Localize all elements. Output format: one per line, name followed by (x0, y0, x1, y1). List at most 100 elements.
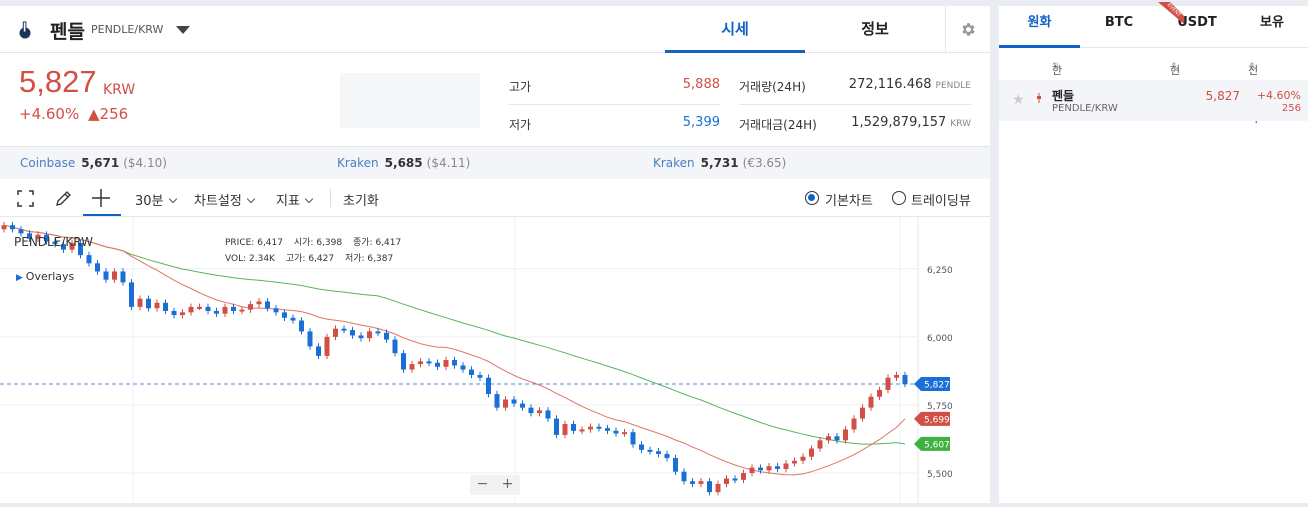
indicators-menu[interactable]: 지표 (276, 190, 314, 209)
overlays-toggle[interactable]: ▶ Overlays (16, 270, 74, 283)
market-row[interactable]: ★ 펜들 PENDLE/KRW 5,827 +4.60% 256 (999, 80, 1308, 121)
row-coin-pair: PENDLE/KRW (1052, 103, 1118, 114)
candle-body (562, 424, 568, 435)
row-change-abs: 256 (1281, 103, 1301, 114)
candle-body (1, 225, 7, 230)
row-price: 5,827 (1205, 89, 1240, 103)
tab-krw[interactable]: 원화 (999, 6, 1080, 48)
chart-symbol: PENDLE/KRW (14, 235, 93, 249)
crosshair-icon[interactable] (92, 189, 110, 207)
chevron-down-icon (304, 194, 314, 204)
basic-chart-label[interactable]: 기본차트 (825, 190, 873, 209)
candle-body (392, 339, 398, 354)
candle-body (18, 229, 24, 234)
candle-body (282, 312, 287, 318)
candle-body (273, 308, 279, 313)
chevron-down-icon (168, 194, 177, 204)
candle-body (494, 394, 500, 408)
candle-body (299, 320, 304, 332)
coin-dropdown-icon[interactable] (176, 26, 190, 34)
candle-body (112, 271, 117, 280)
candle-body (341, 328, 347, 331)
change-amount: ▲256 (88, 105, 129, 123)
basic-chart-radio[interactable] (805, 191, 819, 205)
candle-body (460, 365, 466, 370)
event-badge: EVENT (1158, 2, 1184, 24)
candle-body (154, 302, 160, 309)
candle-body (681, 471, 687, 482)
candle-body (528, 407, 534, 414)
zoom-out-button[interactable]: − (470, 475, 495, 495)
y-tick-label: 5,750 (927, 402, 953, 412)
candle-body (571, 424, 576, 431)
tradingview-radio[interactable] (892, 191, 906, 205)
fullscreen-icon[interactable] (17, 190, 34, 207)
candle-body (698, 481, 704, 484)
candle-body (792, 460, 797, 464)
exchange-coinbase[interactable]: Coinbase 5,671 ($4.10) (20, 156, 167, 170)
settings-button[interactable] (945, 6, 990, 53)
candle-body (554, 418, 559, 435)
candle-body (749, 467, 755, 474)
candle-body (656, 451, 661, 454)
coin-header: 펜들 PENDLE/KRW 시세 정보 (0, 6, 990, 53)
candle-body (826, 436, 831, 441)
candle-body (775, 466, 780, 469)
candle-body (350, 330, 355, 336)
candle-body (647, 449, 653, 452)
candle-body (605, 428, 610, 431)
candle-body (732, 478, 738, 481)
y-tick-label: 6,250 (927, 266, 953, 276)
price-unit: KRW (103, 82, 136, 98)
candle-body (800, 456, 806, 461)
tab-btc[interactable]: BTC (1080, 6, 1158, 48)
candle-body (137, 298, 143, 307)
low-value: 5,399 (682, 115, 720, 130)
candle-body (197, 306, 202, 309)
sort-icon: ⇕ (1170, 62, 1178, 72)
interval-select[interactable]: 30분 (135, 190, 177, 209)
candle-body (171, 310, 177, 316)
volume-value: 272,116.468 PENDLE (848, 77, 971, 92)
zoom-in-button[interactable]: + (495, 475, 520, 495)
candle-body (622, 432, 627, 435)
candle-body (316, 346, 321, 356)
favorite-star-icon[interactable]: ★ (1012, 92, 1025, 108)
amount-label: 거래대금(24H) (739, 118, 817, 132)
tab-holdings[interactable]: 보유 (1236, 6, 1308, 48)
candle-body (222, 306, 228, 314)
candle-body (639, 444, 644, 450)
candle-body (486, 377, 491, 395)
low-label: 저가 (509, 118, 532, 132)
exchange-kraken-eur[interactable]: Kraken 5,731 (€3.65) (653, 156, 786, 170)
volume-label: 거래량(24H) (739, 80, 806, 94)
chart-settings-menu[interactable]: 차트설정 (194, 190, 256, 209)
divider (330, 189, 331, 207)
zoom-controls: − + (470, 475, 520, 495)
candle-body (384, 332, 389, 340)
exchange-kraken-usd[interactable]: Kraken 5,685 ($4.11) (337, 156, 470, 170)
candle-body (503, 399, 508, 408)
candle-body (401, 353, 406, 370)
candle-body (214, 310, 219, 314)
candle-body (418, 361, 423, 365)
ma-long-tag-text: 5,607 (924, 440, 950, 450)
candlestick-chart[interactable]: 6,250 6,000 5,750 5,500 5,827 5,699 5,607 (0, 217, 990, 503)
candle-body (239, 309, 245, 312)
price-chart[interactable]: 6,250 6,000 5,750 5,500 5,827 5,699 5,607 PEND… (0, 217, 990, 503)
candle-body (409, 364, 415, 370)
candle-body (426, 361, 432, 364)
reset-button[interactable]: 초기화 (343, 190, 379, 209)
candle-body (129, 282, 134, 307)
mini-candle-icon (1036, 90, 1042, 104)
pencil-icon[interactable] (54, 189, 73, 208)
tradingview-label[interactable]: 트레이딩뷰 (911, 190, 971, 209)
candle-body (630, 432, 636, 445)
market-sidebar: 원화 BTC USDT 보유 EVENT 한글명 ⇅ 현재가⇕ 전일대비⇕ ★ … (999, 2, 1308, 503)
candle-body (452, 360, 457, 366)
ohlc-row-2: VOL: 2.34K 고가: 6,427 저가: 6,387 (225, 254, 394, 264)
candle-body (545, 410, 551, 419)
tab-info[interactable]: 정보 (805, 6, 945, 53)
tab-quote[interactable]: 시세 (665, 6, 805, 53)
divider (509, 104, 720, 105)
